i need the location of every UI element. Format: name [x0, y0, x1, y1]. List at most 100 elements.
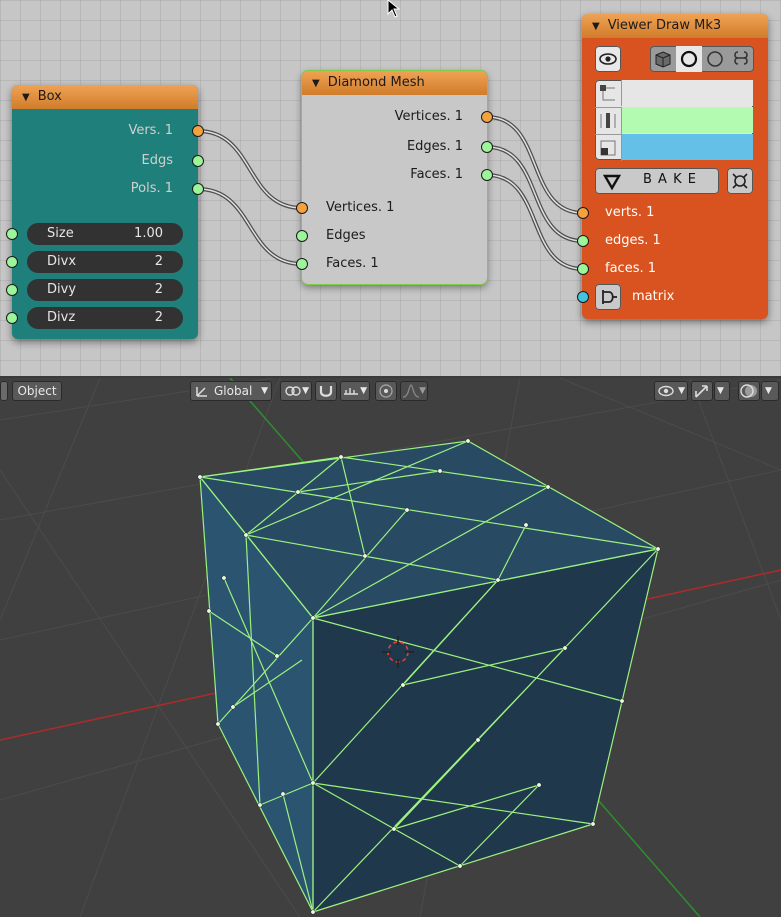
size-field-value: 1.00 — [134, 226, 163, 241]
face-icon — [600, 140, 616, 156]
divx-field-label: Divx — [47, 254, 77, 269]
dm-output-label-1: Edges. 1 — [406, 139, 463, 154]
gizmo-icon — [695, 385, 708, 398]
plug-icon — [602, 290, 617, 304]
snap-increment-icon — [344, 388, 358, 395]
divx-input-socket[interactable] — [6, 256, 18, 268]
dm-output-label-0: Vertices. 1 — [394, 109, 463, 124]
pivot-icon — [285, 386, 301, 396]
falloff-dropdown[interactable]: ▼ — [400, 381, 428, 401]
matrix-toggle-button[interactable] — [595, 284, 621, 310]
transform-orientation-dropdown[interactable]: Global ▼ — [190, 381, 272, 401]
viewer-draw-node-title: Viewer Draw Mk3 — [607, 18, 722, 33]
3d-viewport[interactable]: Object Global ▼ ▼ ▼ ▼ ▼ ▼ ▼ — [0, 378, 781, 917]
snap-toggle-button[interactable] — [315, 381, 337, 401]
box-vers-output-socket[interactable] — [192, 125, 204, 137]
overlays-dropdown[interactable]: ▼ — [761, 381, 779, 401]
magnet-icon — [319, 386, 333, 397]
bake-label: B A K E — [643, 172, 697, 187]
edge-color-swatch[interactable] — [622, 107, 753, 133]
dm-vertices-input-socket[interactable] — [296, 202, 308, 214]
divy-field-value: 2 — [154, 282, 163, 297]
object-mode-label: Object — [17, 384, 57, 398]
mouse-cursor-icon — [387, 0, 401, 18]
wire-edge-button[interactable] — [702, 46, 728, 72]
vertex-color-icon-cell — [595, 80, 622, 106]
divz-field-label: Divz — [47, 310, 76, 325]
divx-field[interactable]: Divx 2 — [27, 251, 183, 273]
viewer-edges-input-socket[interactable] — [577, 235, 589, 247]
box-edgs-output-socket[interactable] — [192, 155, 204, 167]
gizmo-dropdown[interactable]: ▼ — [714, 381, 730, 401]
visibility-dropdown[interactable]: ▼ — [654, 381, 688, 401]
bake-options-icon — [732, 173, 748, 189]
dm-faces-output-socket[interactable] — [481, 169, 493, 181]
size-input-socket[interactable] — [6, 228, 18, 240]
link-icon — [734, 51, 748, 65]
dm-input-label-0: Vertices. 1 — [326, 200, 395, 215]
viewer-draw-node-header[interactable]: ▼ Viewer Draw Mk3 — [582, 14, 768, 38]
edge-icon — [600, 113, 616, 128]
divz-field-value: 2 — [154, 310, 163, 325]
eye-icon — [599, 53, 617, 65]
box-output-label-1: Edgs — [141, 153, 174, 168]
divz-input-socket[interactable] — [6, 312, 18, 324]
orientation-axes-icon — [196, 387, 207, 397]
proportional-edit-icon — [379, 384, 393, 398]
dm-edges-output-socket[interactable] — [481, 141, 493, 153]
dm-vertices-output-socket[interactable] — [481, 111, 493, 123]
gizmo-toggle-button[interactable] — [691, 381, 713, 401]
divy-field-label: Divy — [47, 282, 77, 297]
collapse-triangle-icon[interactable]: ▼ — [592, 15, 600, 39]
diamond-mesh-node[interactable]: ▼ Diamond Mesh Vertices. 1 Edges. 1 Faces… — [301, 70, 488, 285]
face-color-icon-cell — [595, 134, 622, 161]
viewer-draw-node[interactable]: ▼ Viewer Draw Mk3 B A K E verts. 1 edges… — [582, 14, 768, 319]
node-editor[interactable]: ▼ Box Vers. 1 Edgs Pols. 1 Size 1.00 Divx 2… — [0, 0, 781, 376]
viewer-matrix-input-socket[interactable] — [577, 291, 589, 303]
divz-field[interactable]: Divz 2 — [27, 307, 183, 329]
solid-cube-button[interactable] — [650, 46, 676, 72]
dm-faces-input-socket[interactable] — [296, 258, 308, 270]
snap-element-dropdown[interactable]: ▼ — [340, 381, 370, 401]
vertex-color-swatch[interactable] — [622, 80, 753, 106]
editor-type-button[interactable] — [0, 381, 8, 401]
collapse-triangle-icon[interactable]: ▼ — [22, 86, 30, 110]
diamond-mesh-node-title: Diamond Mesh — [327, 75, 425, 90]
pivot-point-dropdown[interactable]: ▼ — [280, 381, 312, 401]
divy-input-socket[interactable] — [6, 284, 18, 296]
falloff-curve-icon — [402, 384, 419, 398]
box-node[interactable]: ▼ Box Vers. 1 Edgs Pols. 1 Size 1.00 Divx 2… — [12, 85, 198, 339]
visibility-eye-icon — [658, 385, 674, 397]
chevron-down-icon: ▼ — [678, 386, 685, 396]
edge-color-icon-cell — [595, 107, 622, 134]
bake-options-button[interactable] — [727, 168, 753, 194]
dm-edges-input-socket[interactable] — [296, 230, 308, 242]
viewer-input-label-2: faces. 1 — [605, 261, 656, 276]
ring-icon — [680, 50, 698, 68]
overlays-icon — [740, 384, 757, 398]
face-color-swatch[interactable] — [622, 134, 753, 160]
box-pols-output-socket[interactable] — [192, 183, 204, 195]
link-button[interactable] — [728, 46, 754, 72]
circle-icon — [707, 51, 723, 67]
viewer-input-label-1: edges. 1 — [605, 233, 661, 248]
collapse-triangle-icon[interactable]: ▼ — [312, 72, 320, 96]
bake-button[interactable]: B A K E — [595, 168, 719, 194]
eye-toggle-button[interactable] — [595, 46, 621, 72]
dm-input-label-1: Edges — [326, 228, 366, 243]
size-field[interactable]: Size 1.00 — [27, 223, 183, 245]
chevron-down-icon: ▼ — [419, 386, 426, 396]
divy-field[interactable]: Divy 2 — [27, 279, 183, 301]
proportional-edit-button[interactable] — [375, 381, 397, 401]
overlays-toggle-button[interactable] — [738, 381, 760, 401]
box-node-header[interactable]: ▼ Box — [12, 85, 198, 109]
chevron-down-icon: ▼ — [261, 386, 268, 396]
box-output-label-0: Vers. 1 — [128, 123, 173, 138]
diamond-mesh-node-header[interactable]: ▼ Diamond Mesh — [302, 71, 487, 95]
viewer-faces-input-socket[interactable] — [577, 263, 589, 275]
box-node-title: Box — [37, 89, 62, 104]
wire-vertex-button[interactable] — [676, 46, 702, 72]
viewer-input-label-3: matrix — [632, 289, 675, 304]
viewer-verts-input-socket[interactable] — [577, 207, 589, 219]
object-mode-button[interactable]: Object — [12, 381, 62, 401]
